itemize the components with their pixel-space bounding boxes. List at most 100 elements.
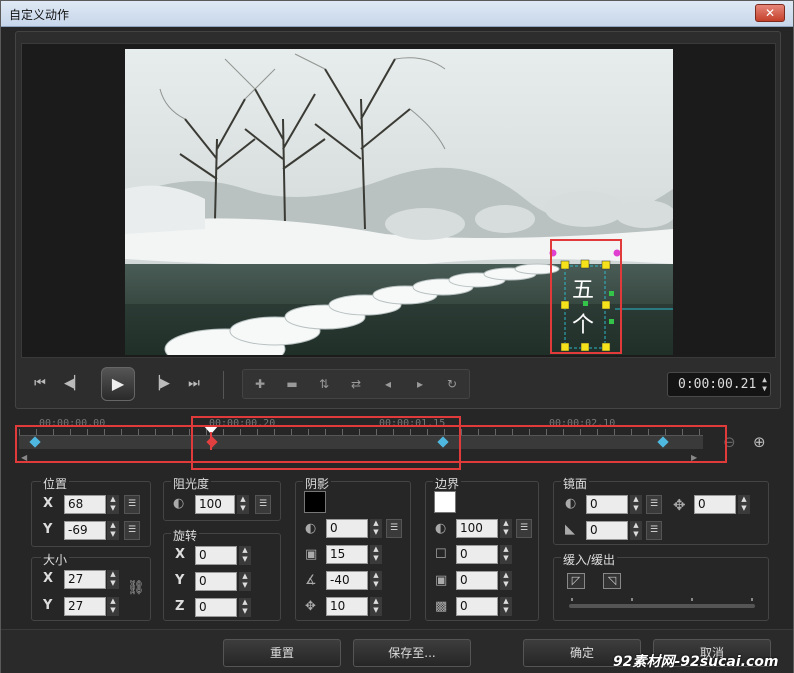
shadow-distance-input[interactable]: 10 — [326, 597, 368, 616]
end-button[interactable]: ⏭ — [183, 373, 205, 395]
rotation-y-input[interactable]: 0 — [195, 572, 237, 591]
rotation-x-input[interactable]: 0 — [195, 546, 237, 565]
shadow-opacity-menu[interactable]: ☰ — [386, 519, 402, 538]
size-y-input[interactable]: 27 — [64, 597, 106, 616]
size-y-spinner[interactable]: ▲ ▼ — [107, 597, 119, 616]
ease-in-button[interactable]: ◸ — [567, 573, 585, 589]
shadow-blur-spinner[interactable]: ▲ ▼ — [370, 545, 382, 564]
border-color-swatch[interactable] — [434, 491, 456, 513]
mirror-offset-icon: ◣ — [565, 522, 575, 537]
shadow-distance-spinner[interactable]: ▲ ▼ — [370, 597, 382, 616]
end-icon: ⏭ — [188, 376, 200, 391]
position-x-input[interactable]: 68 — [64, 495, 106, 514]
zoom-in-button[interactable]: ⊕ — [753, 433, 766, 451]
rotation-y-label: Y — [175, 573, 185, 588]
add-keyframe-button[interactable]: ✚ — [246, 373, 274, 395]
chain-link-icon: ⛓ — [127, 580, 145, 596]
opacity-menu[interactable]: ☰ — [255, 495, 271, 514]
position-y-spinner[interactable]: ▲ ▼ — [107, 521, 119, 540]
border-width-input[interactable]: 0 — [456, 545, 498, 564]
shadow-angle-input[interactable]: -40 — [326, 571, 368, 590]
rotation-x-spinner[interactable]: ▲ ▼ — [239, 546, 251, 565]
home-icon: ⏮ — [34, 376, 46, 391]
swap-keyframe-button[interactable]: ⇄ — [342, 373, 370, 395]
reset-button[interactable]: 重置 — [223, 639, 341, 667]
border-inner-spinner[interactable]: ▲ ▼ — [500, 597, 512, 616]
position-x-label: X — [43, 496, 54, 511]
rotation-z-spinner[interactable]: ▲ ▼ — [239, 598, 251, 617]
rotation-y-spinner[interactable]: ▲ ▼ — [239, 572, 251, 591]
opacity-title: 阻光度 — [171, 475, 212, 492]
mirror-distance-icon: ✥ — [673, 496, 686, 514]
position-y-menu[interactable]: ☰ — [124, 521, 140, 540]
border-opacity-input[interactable]: 100 — [456, 519, 498, 538]
mirror-offset-spinner[interactable]: ▲ ▼ — [630, 521, 642, 540]
border-softness-spinner[interactable]: ▲ ▼ — [500, 571, 512, 590]
move-right-button[interactable]: ▸ — [406, 373, 434, 395]
timecode-field[interactable]: 0:00:00.21 ▲ ▼ — [667, 372, 771, 397]
swap-keyframe-icon: ⇄ — [350, 377, 362, 391]
border-title: 边界 — [433, 475, 462, 492]
mirror-offset-input[interactable]: 0 — [586, 521, 628, 540]
position-x-menu[interactable]: ☰ — [124, 495, 140, 514]
shadow-opacity-input[interactable]: 0 — [326, 519, 368, 538]
shadow-opacity-spinner[interactable]: ▲ ▼ — [370, 519, 382, 538]
add-keyframe-icon: ✚ — [254, 377, 266, 391]
prev-frame-button[interactable]: ◀▏ — [63, 373, 85, 395]
zoom-in-icon: ⊕ — [753, 433, 766, 451]
position-y-input[interactable]: -69 — [64, 521, 106, 540]
size-x-input[interactable]: 27 — [64, 570, 106, 589]
ease-slider[interactable] — [569, 604, 755, 608]
timecode-value: 0:00:00.21 — [678, 377, 757, 392]
shadow-opacity-icon: ◐ — [305, 521, 317, 536]
invert-keyframe-icon: ⇅ — [318, 377, 330, 391]
border-opacity-menu[interactable]: ☰ — [516, 519, 532, 538]
playhead-highlight-box — [191, 416, 461, 470]
timecode-spinner[interactable]: ▲ ▼ — [762, 375, 767, 393]
mirror-opacity-spinner[interactable]: ▲ ▼ — [630, 495, 642, 514]
rotation-x-label: X — [175, 547, 186, 562]
next-frame-button[interactable]: ▕▶ — [149, 373, 171, 395]
remove-keyframe-button[interactable]: ▬ — [278, 373, 306, 395]
mirror-offset-menu[interactable]: ☰ — [646, 521, 662, 540]
border-opacity-spinner[interactable]: ▲ ▼ — [500, 519, 512, 538]
mirror-title: 镜面 — [561, 475, 590, 492]
size-x-spinner[interactable]: ▲ ▼ — [107, 570, 119, 589]
opacity-input[interactable]: 100 — [195, 495, 235, 514]
position-x-spinner[interactable]: ▲ ▼ — [107, 495, 119, 514]
rotation-z-input[interactable]: 0 — [195, 598, 237, 617]
link-ratio-button[interactable]: ⛓ — [127, 580, 145, 596]
text-highlight-box — [550, 239, 622, 354]
ease-out-button[interactable]: ◹ — [603, 573, 621, 589]
title-bar: 自定义动作 ✕ — [1, 1, 793, 27]
border-inner-input[interactable]: 0 — [456, 597, 498, 616]
mirror-opacity-icon: ◐ — [565, 496, 577, 511]
save-to-button[interactable]: 保存至... — [353, 639, 471, 667]
move-left-button[interactable]: ◂ — [374, 373, 402, 395]
prev-frame-icon: ◀▏ — [64, 376, 84, 391]
home-button[interactable]: ⏮ — [29, 373, 51, 395]
play-button[interactable]: ▶ — [101, 367, 135, 401]
watermark: 92素材网-92sucai.com — [613, 654, 779, 670]
opacity-spinner[interactable]: ▲ ▼ — [237, 495, 249, 514]
border-softness-input[interactable]: 0 — [456, 571, 498, 590]
reset-keyframe-button[interactable]: ↻ — [438, 373, 466, 395]
shadow-blur-input[interactable]: 15 — [326, 545, 368, 564]
size-y-label: Y — [43, 598, 53, 613]
mirror-opacity-input[interactable]: 0 — [586, 495, 628, 514]
ease-title: 缓入/缓出 — [561, 551, 618, 568]
close-button[interactable]: ✕ — [755, 4, 785, 22]
custom-motion-dialog: 自定义动作 ✕ 五 个 ⏮ ◀▏ ▶ ▕▶ ⏭ ✚ ▬ ⇅ ⇄ ◂ ▸ ↻ 0:… — [0, 0, 794, 673]
border-width-spinner[interactable]: ▲ ▼ — [500, 545, 512, 564]
mirror-opacity-menu[interactable]: ☰ — [646, 495, 662, 514]
invert-keyframe-button[interactable]: ⇅ — [310, 373, 338, 395]
shadow-blur-icon: ▣ — [305, 547, 318, 562]
mirror-distance-spinner[interactable]: ▲ ▼ — [738, 495, 750, 514]
border-opacity-icon: ◐ — [435, 521, 447, 536]
mirror-distance-input[interactable]: 0 — [694, 495, 736, 514]
size-x-label: X — [43, 571, 54, 586]
shadow-angle-icon: ∡ — [305, 573, 317, 588]
shadow-color-swatch[interactable] — [304, 491, 326, 513]
shadow-angle-spinner[interactable]: ▲ ▼ — [370, 571, 382, 590]
rotation-title: 旋转 — [171, 527, 200, 544]
